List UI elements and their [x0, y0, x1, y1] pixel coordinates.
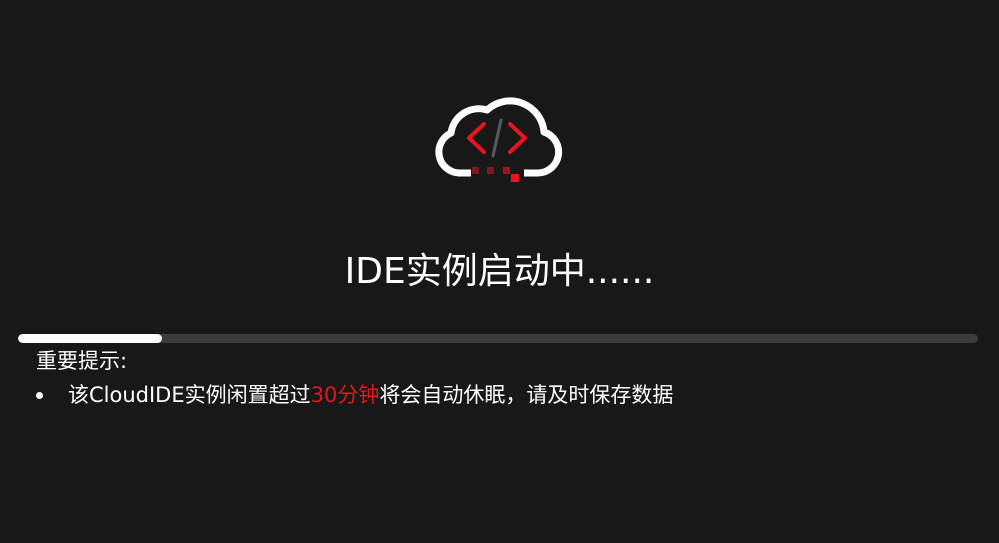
- important-notice: 重要提示: 该CloudIDE实例闲置超过30分钟将会自动休眠，请及时保存数据: [36, 346, 936, 410]
- loading-title: IDE实例启动中......: [344, 251, 655, 292]
- notice-text-after: 将会自动休眠，请及时保存数据: [379, 383, 674, 407]
- loading-screen: IDE实例启动中...... 重要提示: 该CloudIDE实例闲置超过30分钟…: [0, 0, 999, 543]
- progress-bar-fill: [18, 334, 162, 343]
- cloud-code-icon: [435, 97, 563, 182]
- progress-bar: [18, 334, 978, 343]
- notice-heading: 重要提示:: [36, 349, 128, 373]
- bullet-icon: [36, 392, 43, 399]
- notice-text-highlight: 30分钟: [310, 383, 380, 407]
- notice-item: 该CloudIDE实例闲置超过30分钟将会自动休眠，请及时保存数据: [36, 380, 936, 410]
- notice-list: 该CloudIDE实例闲置超过30分钟将会自动休眠，请及时保存数据: [36, 380, 936, 410]
- notice-text-before: 该CloudIDE实例闲置超过: [68, 383, 311, 407]
